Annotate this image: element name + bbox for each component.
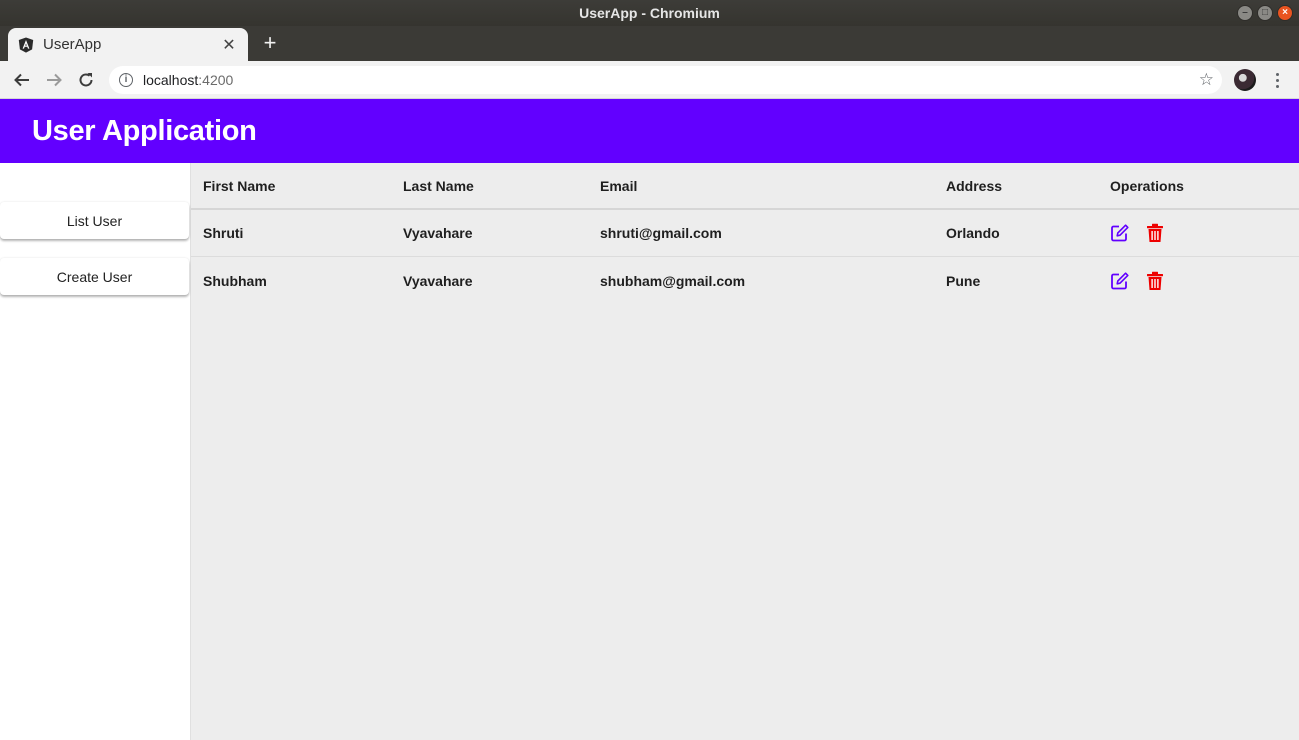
- sidebar: List User Create User: [0, 163, 191, 740]
- browser-toolbar: i localhost:4200 ☆: [0, 61, 1299, 99]
- delete-icon[interactable]: [1145, 223, 1165, 243]
- reload-icon[interactable]: [74, 68, 98, 92]
- column-header-address: Address: [946, 177, 1003, 194]
- operations-cell: [1110, 210, 1165, 256]
- minimize-button[interactable]: –: [1237, 5, 1253, 21]
- tab-title: UserApp: [43, 36, 102, 53]
- main-content: First Name Last Name Email Address Opera…: [191, 163, 1299, 740]
- site-info-icon[interactable]: i: [119, 73, 133, 87]
- maximize-button[interactable]: □: [1257, 5, 1273, 21]
- url-host: localhost: [143, 72, 199, 88]
- table-row: Shubham Vyavahare shubham@gmail.com Pune: [191, 257, 1299, 304]
- first-name-cell: Shubham: [203, 272, 267, 289]
- address-cell: Orlando: [946, 225, 1000, 241]
- edit-icon[interactable]: [1110, 271, 1130, 291]
- sidebar-item-create-user[interactable]: Create User: [0, 258, 189, 295]
- first-name-cell: Shruti: [203, 225, 244, 241]
- window-controls: – □ ×: [1237, 5, 1293, 21]
- last-name-cell: Vyavahare: [403, 225, 473, 241]
- app-title: User Application: [32, 114, 257, 147]
- sidebar-item-list-user[interactable]: List User: [0, 202, 189, 239]
- column-header-last-name: Last Name: [403, 177, 474, 194]
- tab-strip: UserApp ✕ +: [0, 26, 1299, 61]
- close-window-button[interactable]: ×: [1277, 5, 1293, 21]
- table-row: Shruti Vyavahare shruti@gmail.com Orland…: [191, 210, 1299, 257]
- column-header-first-name: First Name: [203, 177, 276, 194]
- edit-icon[interactable]: [1110, 223, 1130, 243]
- forward-icon[interactable]: [42, 68, 66, 92]
- browser-menu-icon[interactable]: [1270, 69, 1284, 91]
- angular-logo-icon: [18, 37, 34, 53]
- address-bar[interactable]: i localhost:4200 ☆: [109, 66, 1222, 94]
- address-cell: Pune: [946, 272, 981, 289]
- app-header: User Application: [0, 99, 1299, 163]
- new-tab-icon[interactable]: +: [258, 32, 282, 56]
- column-header-operations: Operations: [1110, 177, 1184, 194]
- window-titlebar: UserApp - Chromium – □ ×: [0, 0, 1299, 26]
- close-tab-icon[interactable]: ✕: [220, 35, 238, 55]
- bookmark-star-icon[interactable]: ☆: [1199, 70, 1214, 90]
- back-icon[interactable]: [10, 68, 34, 92]
- last-name-cell: Vyavahare: [403, 272, 473, 289]
- profile-avatar[interactable]: [1234, 69, 1256, 91]
- delete-icon[interactable]: [1145, 271, 1165, 291]
- column-header-email: Email: [600, 177, 638, 194]
- email-cell: shruti@gmail.com: [600, 225, 722, 241]
- window-title: UserApp - Chromium: [579, 5, 720, 21]
- table-header-row: First Name Last Name Email Address Opera…: [191, 163, 1299, 210]
- browser-tab[interactable]: UserApp ✕: [8, 28, 248, 61]
- url-port: :4200: [198, 72, 234, 88]
- email-cell: shubham@gmail.com: [600, 272, 746, 289]
- operations-cell: [1110, 257, 1165, 304]
